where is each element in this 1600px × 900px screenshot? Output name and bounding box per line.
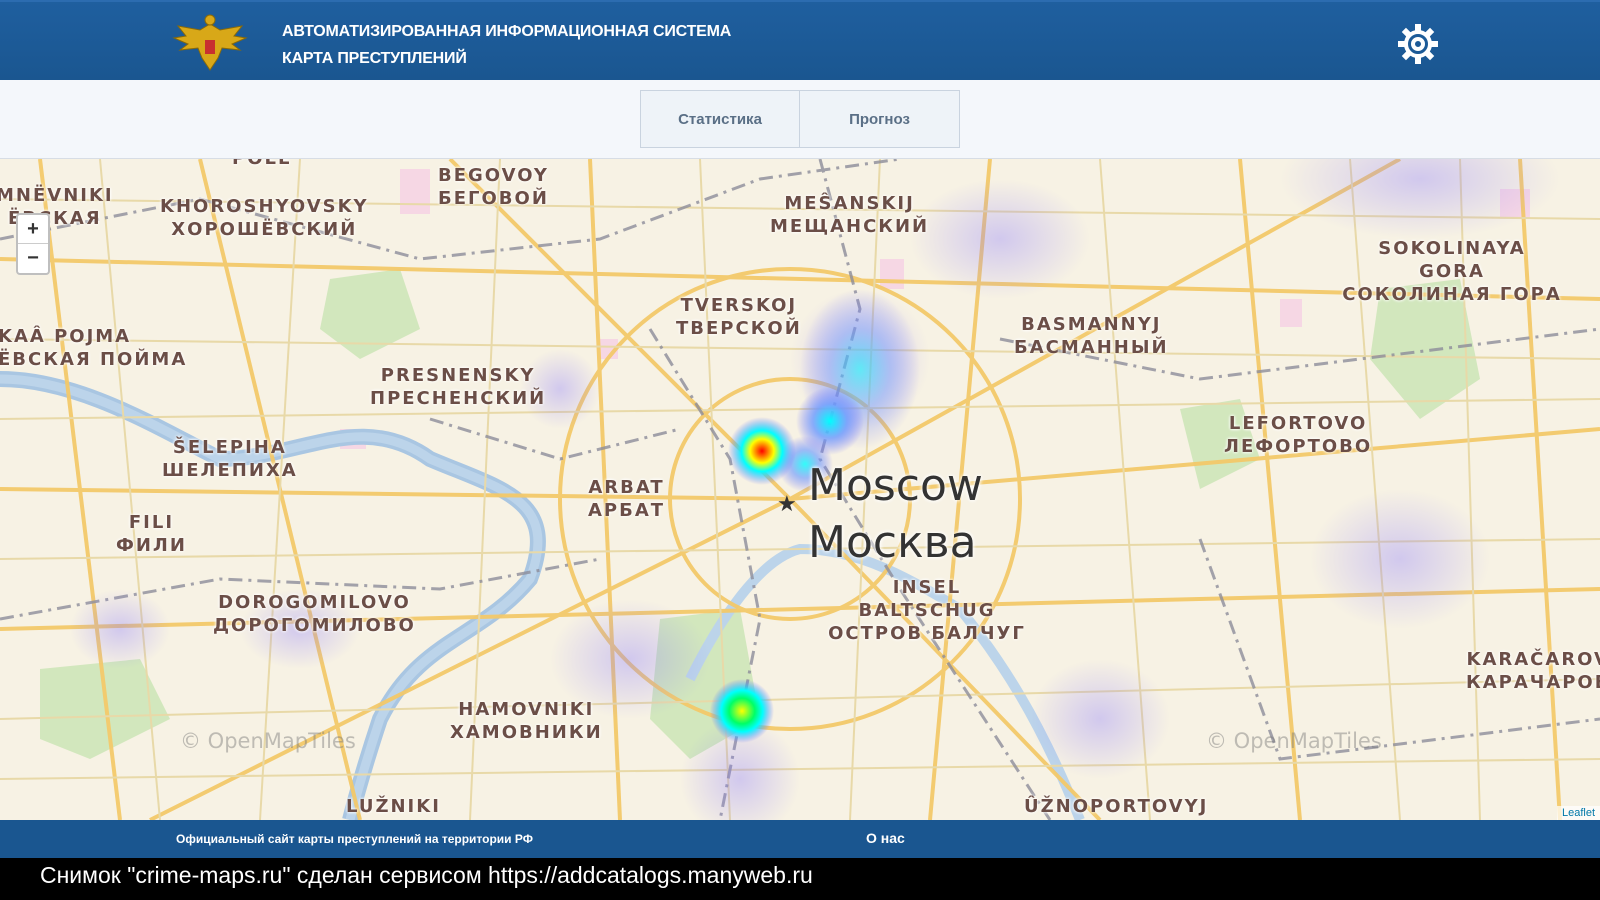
district-label-fili: FILI ФИЛИ xyxy=(116,512,187,556)
screenshot-caption: Снимок "crime-maps.ru" сделан сервисом h… xyxy=(0,858,1600,900)
tab-bar: Статистика Прогноз xyxy=(0,80,1600,159)
zoom-in-button[interactable]: + xyxy=(18,215,48,244)
gear-icon[interactable] xyxy=(1396,22,1440,66)
footer: Официальный сайт карты преступлений на т… xyxy=(0,820,1600,858)
app-header: АВТОМАТИЗИРОВАННАЯ ИНФОРМАЦИОННАЯ СИСТЕМ… xyxy=(0,0,1600,80)
district-label-basmanny: BASMANNYJ БАСМАННЫЙ xyxy=(1014,314,1169,358)
app-title-line1: АВТОМАТИЗИРОВАННАЯ ИНФОРМАЦИОННАЯ СИСТЕМ… xyxy=(282,23,732,40)
district-label-luzhniki: LUŽNIKI xyxy=(346,796,441,817)
leaflet-link[interactable]: Leaflet xyxy=(1556,806,1600,820)
crime-heatmap[interactable]: ★ BEGOVOY БЕГОВОЙ KHOROSHYOVSKY ХОРОШЁВСКИ… xyxy=(0,159,1600,820)
double-headed-eagle-icon xyxy=(172,14,248,71)
map-attribution: © OpenMapTiles xyxy=(1206,729,1382,753)
map-attribution: © OpenMapTiles xyxy=(180,729,356,753)
district-label-khoroshyovsky: KHOROSHYOVSKY ХОРОШЁВСКИЙ xyxy=(160,196,369,240)
district-label-tverskoj: TVERSKOJ ТВЕРСКОЙ xyxy=(676,295,802,339)
district-label-lefortovo: LEFORTOVO ЛЕФОРТОВО xyxy=(1224,413,1373,457)
district-label-baltschug: INSEL BALTSCHUG ОСТРОВ БАЛЧУГ xyxy=(828,577,1026,644)
svg-text:★: ★ xyxy=(777,492,797,517)
district-label-yuzhnoportovy: ÛŽNOPORTOVYJ xyxy=(1024,796,1209,817)
district-label-presnensky: PRESNENSKY ПРЕСНЕНСКИЙ xyxy=(370,365,547,409)
tab-forecast[interactable]: Прогноз xyxy=(800,90,960,148)
zoom-control: + − xyxy=(16,213,50,275)
tab-statistics[interactable]: Статистика xyxy=(640,90,800,148)
district-label-arbat: ARBAT АРБАТ xyxy=(588,477,666,521)
district-label-dorogomilovo: DOROGOMILOVO ДОРОГОМИЛОВО xyxy=(213,592,416,636)
zoom-out-button[interactable]: − xyxy=(18,244,48,273)
district-label-shelepikha: ŠELEPIHA ШЕЛЕПИХА xyxy=(162,437,298,481)
district-label-poyma: KAÂ POJMA ЁВСКАЯ ПОЙМА xyxy=(0,326,188,370)
district-label-meshchansky: MEŜANSKIJ МЕЩАНСКИЙ xyxy=(770,193,930,237)
app-title-line2: КАРТА ПРЕСТУПЛЕНИЙ xyxy=(282,50,467,67)
city-label: Moscow Москва xyxy=(808,460,983,568)
district-label-begovoy: BEGOVOY БЕГОВОЙ xyxy=(438,165,549,209)
district-label-pole: POLE xyxy=(232,159,292,170)
district-label-sokolinaya-gora: SOKOLINAYA GORA СОКОЛИНАЯ ГОРА xyxy=(1342,238,1562,305)
about-link[interactable]: О нас xyxy=(866,830,905,846)
district-label-karacharov: KARAČAROV КАРАЧАРОВ xyxy=(1466,649,1600,693)
footer-site-text: Официальный сайт карты преступлений на т… xyxy=(176,832,533,846)
district-label-hamovniki: HAMOVNIKI ХАМОВНИКИ xyxy=(450,699,603,743)
